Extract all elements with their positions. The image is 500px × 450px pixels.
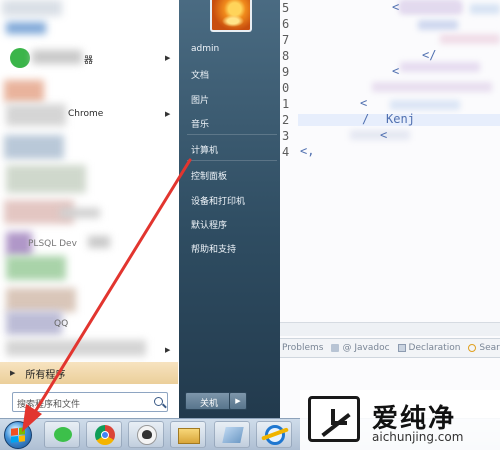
tab-label: @ Javadoc (342, 343, 390, 353)
app-icon (222, 427, 244, 443)
tab-declaration[interactable]: Declaration (397, 343, 461, 353)
line-number: 9 (282, 65, 290, 79)
blurred-code (440, 34, 500, 44)
taskbar-button-chrome[interactable] (86, 421, 122, 448)
blurred-app-icon (6, 22, 46, 34)
line-number: 5 (282, 1, 290, 15)
javadoc-icon (331, 344, 340, 352)
blurred-label (88, 236, 110, 248)
declaration-icon (397, 344, 406, 352)
line-numbers: 5 6 7 8 9 0 1 2 3 4 (282, 0, 298, 330)
program-label: QQ (54, 319, 69, 329)
program-item-qq[interactable]: QQ (0, 305, 178, 341)
program-item-chrome[interactable]: Chrome ▶ (0, 98, 178, 134)
line-number: 3 (282, 129, 290, 143)
tab-label: Declaration (408, 343, 461, 353)
program-label: 器 (84, 56, 94, 66)
line-number: 4 (282, 145, 290, 159)
program-label: PLSQL Dev (28, 239, 77, 249)
line-number: 2 (282, 113, 290, 127)
windows-flag-icon (11, 427, 25, 443)
blurred-app-icon (6, 340, 146, 356)
line-number: 0 (282, 81, 290, 95)
taskbar-button-ie[interactable] (256, 421, 292, 448)
blurred-label (32, 50, 82, 64)
menu-item-devices-printers[interactable]: 设备和打印机 (191, 194, 245, 207)
code-fragment: </ (422, 48, 437, 62)
start-menu-places-pane: admin 文档 图片 音乐 计算机 控制面板 设备和打印机 默认程序 帮助和支… (179, 0, 280, 418)
chevron-right-icon: ▶ (165, 346, 171, 354)
shutdown-label: 关机 (200, 399, 219, 409)
tab-label: Search (479, 343, 500, 353)
code-fragment: < (392, 64, 400, 78)
separator (187, 160, 277, 161)
chevron-right-icon: ▶ (165, 54, 171, 62)
separator (187, 134, 277, 135)
code-fragment: < (392, 0, 400, 14)
menu-item-documents[interactable]: 文档 (191, 68, 209, 81)
taskbar-button-app[interactable] (214, 421, 250, 448)
blurred-code (400, 62, 480, 72)
triangle-right-icon: ▶ (10, 369, 16, 377)
code-fragment: < (380, 128, 388, 142)
search-icon (468, 344, 477, 352)
menu-item-help-support[interactable]: 帮助和支持 (191, 242, 236, 255)
blurred-app-icon (6, 165, 86, 193)
aichunjing-logo-icon (308, 396, 360, 442)
menu-item-music[interactable]: 音乐 (191, 117, 209, 130)
blurred-app-icon (4, 135, 64, 159)
chevron-right-icon: ▶ (165, 110, 171, 118)
menu-item-control-panel[interactable]: 控制面板 (191, 169, 227, 182)
tab-search[interactable]: Search (468, 343, 500, 353)
search-placeholder: 搜索程序和文件 (17, 400, 81, 410)
all-programs-label: 所有程序 (25, 369, 66, 381)
search-icon[interactable] (154, 397, 163, 406)
editor-horizontal-scrollbar[interactable] (280, 322, 500, 336)
blurred-app-icon (6, 256, 66, 280)
file-explorer-icon (178, 428, 200, 444)
blurred-code (372, 82, 492, 92)
user-app-face (142, 430, 152, 439)
green-app-icon (10, 48, 30, 68)
watermark-url: aichunjing.com (372, 430, 464, 444)
taskbar-button-wechat[interactable] (44, 421, 80, 448)
line-number: 7 (282, 33, 290, 47)
chevron-right-icon: ▶ (235, 397, 241, 405)
tab-problems[interactable]: Problems (282, 343, 323, 353)
blurred-code (390, 100, 460, 110)
blurred-code (470, 4, 500, 14)
blurred-code (400, 2, 462, 14)
code-fragment: / (362, 112, 370, 126)
start-menu-programs-pane: 器 ▶ Chrome ▶ PLSQL Dev QQ ▶ (0, 0, 180, 418)
start-search-input[interactable]: 搜索程序和文件 (12, 392, 168, 412)
code-fragment: < (360, 96, 368, 110)
chrome-center (101, 431, 109, 439)
program-item[interactable]: 器 ▶ (0, 40, 178, 76)
all-programs-button[interactable]: ▶ 所有程序 (0, 362, 178, 384)
chrome-icon (6, 104, 66, 126)
line-number: 6 (282, 17, 290, 31)
shutdown-options-button[interactable]: ▶ (229, 392, 247, 410)
taskbar-button-user-app[interactable] (128, 421, 164, 448)
line-number: 8 (282, 49, 290, 63)
bottom-view-tabs: Problems @ Javadoc Declaration Search (280, 338, 500, 358)
menu-item-computer[interactable]: 计算机 (191, 143, 218, 156)
menu-item-default-programs[interactable]: 默认程序 (191, 218, 227, 231)
menu-item-user[interactable]: admin (191, 44, 219, 54)
tab-javadoc[interactable]: @ Javadoc (331, 343, 390, 353)
line-number: 1 (282, 97, 290, 111)
taskbar-button-explorer[interactable] (170, 421, 206, 448)
program-label: Chrome (68, 109, 104, 119)
blurred-code (418, 20, 458, 30)
code-fragment: Kenj (386, 112, 415, 126)
blurred-app-icon (2, 0, 62, 16)
tab-label: Problems (282, 343, 324, 353)
wechat-icon (54, 427, 72, 442)
blurred-label (60, 208, 100, 218)
menu-item-pictures[interactable]: 图片 (191, 93, 209, 106)
code-fragment: <, (300, 144, 315, 158)
user-avatar[interactable] (210, 0, 252, 32)
